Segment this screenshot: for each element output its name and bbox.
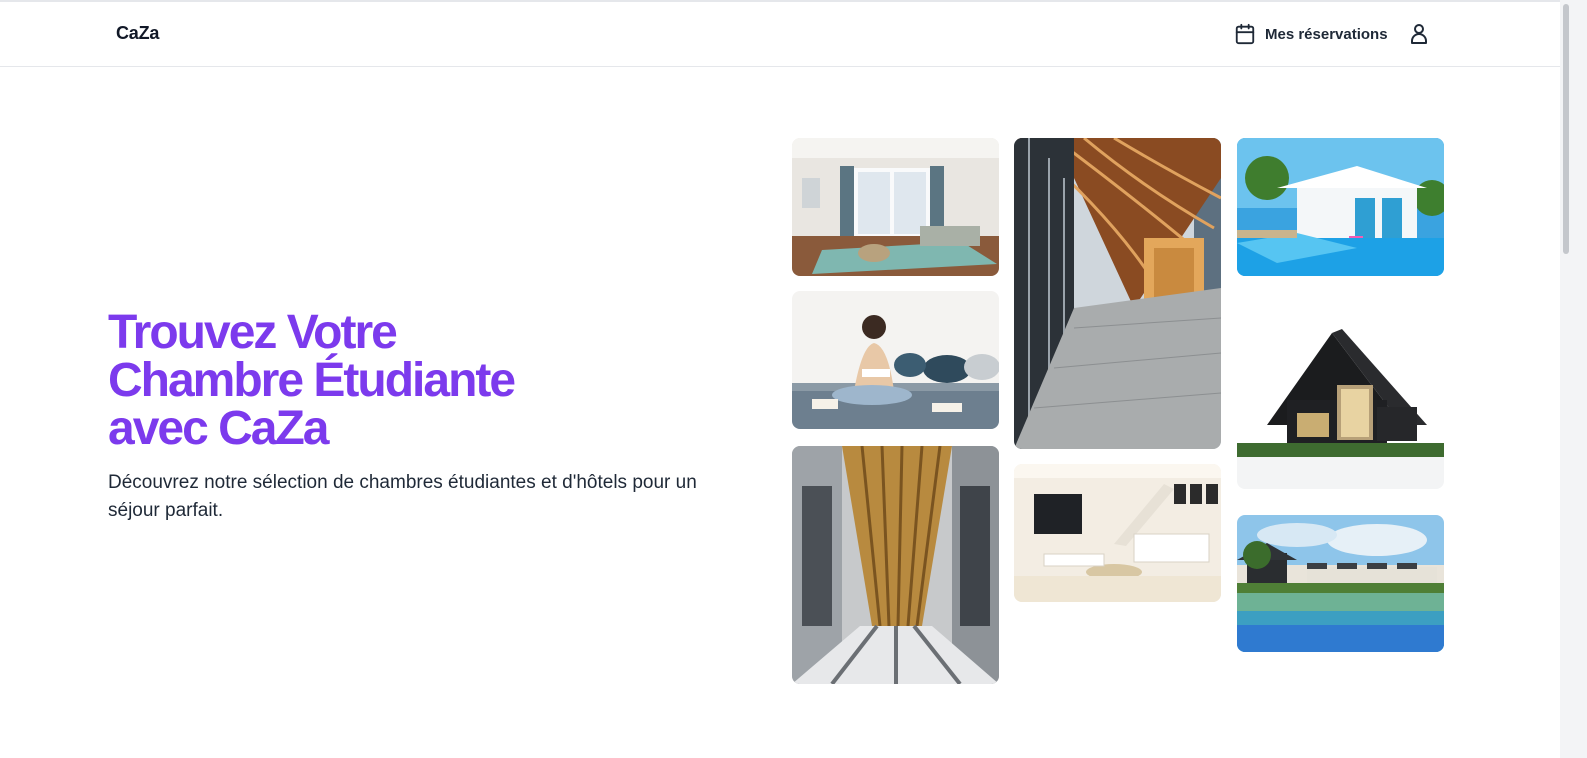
hero-title-line: Chambre Étudiante — [108, 354, 516, 407]
white-lounge-photo — [1014, 464, 1221, 602]
reservations-link[interactable]: Mes réservations — [1234, 22, 1388, 46]
hero-title-line: avec CaZa — [108, 402, 330, 455]
user-icon[interactable] — [1407, 22, 1431, 46]
calendar-icon — [1234, 23, 1256, 45]
wooden-arcade-photo — [1014, 138, 1221, 449]
navbar: CaZa Mes réservations — [0, 2, 1560, 67]
hero-title: Trouvez Votre Chambre Étudiante avec CaZ… — [108, 309, 628, 453]
reservations-label: Mes réservations — [1265, 25, 1388, 43]
hero-title-line: Trouvez Votre — [108, 306, 398, 359]
student-reading-photo — [792, 291, 999, 429]
living-room-photo — [792, 138, 999, 276]
gold-hallway-photo — [792, 446, 999, 684]
scrollbar-thumb[interactable] — [1563, 4, 1569, 254]
logo[interactable]: CaZa — [116, 23, 159, 44]
pool-house-photo — [1237, 138, 1444, 276]
black-a-frame-house-photo — [1237, 315, 1444, 489]
hero-subtitle: Découvrez notre sélection de chambres ét… — [108, 472, 697, 521]
lakeside-town-photo — [1237, 515, 1444, 652]
